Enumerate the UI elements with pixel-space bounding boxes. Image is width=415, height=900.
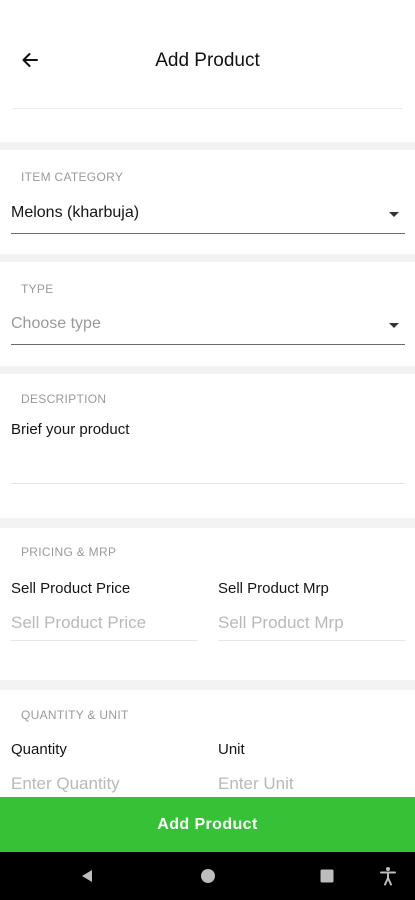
type-select[interactable]: Choose type bbox=[11, 311, 405, 345]
item-category-value: Melons (kharbuja) bbox=[11, 204, 140, 221]
home-circle-icon bbox=[201, 869, 215, 883]
sell-mrp-title: Sell Product Mrp bbox=[218, 580, 329, 597]
system-home-button[interactable] bbox=[184, 852, 232, 900]
pricing-section: PRICING & MRP Sell Product Price Sell Pr… bbox=[0, 528, 415, 680]
sell-mrp-input[interactable] bbox=[218, 605, 405, 641]
item-category-select[interactable]: Melons (kharbuja) bbox=[11, 200, 405, 234]
section-divider bbox=[0, 366, 415, 374]
quantity-label: QUANTITY & UNIT bbox=[21, 708, 129, 722]
item-category-section: ITEM CATEGORY Melons (kharbuja) bbox=[0, 150, 415, 254]
dropdown-caret-icon bbox=[389, 212, 399, 217]
pricing-label: PRICING & MRP bbox=[21, 545, 117, 559]
sell-price-input[interactable] bbox=[11, 605, 197, 641]
section-divider bbox=[0, 142, 415, 150]
back-triangle-icon bbox=[82, 870, 92, 882]
quantity-section: QUANTITY & UNIT Quantity Unit bbox=[0, 690, 415, 802]
section-divider bbox=[0, 518, 415, 528]
section-divider bbox=[0, 680, 415, 690]
description-section: DESCRIPTION bbox=[0, 374, 415, 518]
dropdown-caret-icon bbox=[389, 323, 399, 328]
system-back-button[interactable] bbox=[63, 852, 111, 900]
sell-price-title: Sell Product Price bbox=[11, 580, 131, 597]
system-accessibility-button[interactable] bbox=[364, 852, 412, 900]
add-product-button[interactable]: Add Product bbox=[0, 797, 415, 852]
recents-square-icon bbox=[320, 869, 334, 883]
accessibility-icon bbox=[380, 867, 396, 886]
app-header: Add Product bbox=[0, 0, 415, 110]
item-category-label: ITEM CATEGORY bbox=[21, 170, 124, 184]
system-nav-bar bbox=[0, 852, 415, 900]
type-section: TYPE Choose type bbox=[0, 262, 415, 366]
divider bbox=[12, 108, 403, 109]
unit-title: Unit bbox=[218, 741, 245, 758]
type-label: TYPE bbox=[21, 282, 54, 296]
type-placeholder: Choose type bbox=[11, 315, 101, 332]
system-recents-button[interactable] bbox=[303, 852, 351, 900]
page-title: Add Product bbox=[155, 50, 260, 71]
description-label: DESCRIPTION bbox=[21, 392, 107, 406]
section-divider bbox=[0, 254, 415, 262]
quantity-title: Quantity bbox=[11, 741, 67, 758]
description-input[interactable] bbox=[11, 414, 405, 484]
